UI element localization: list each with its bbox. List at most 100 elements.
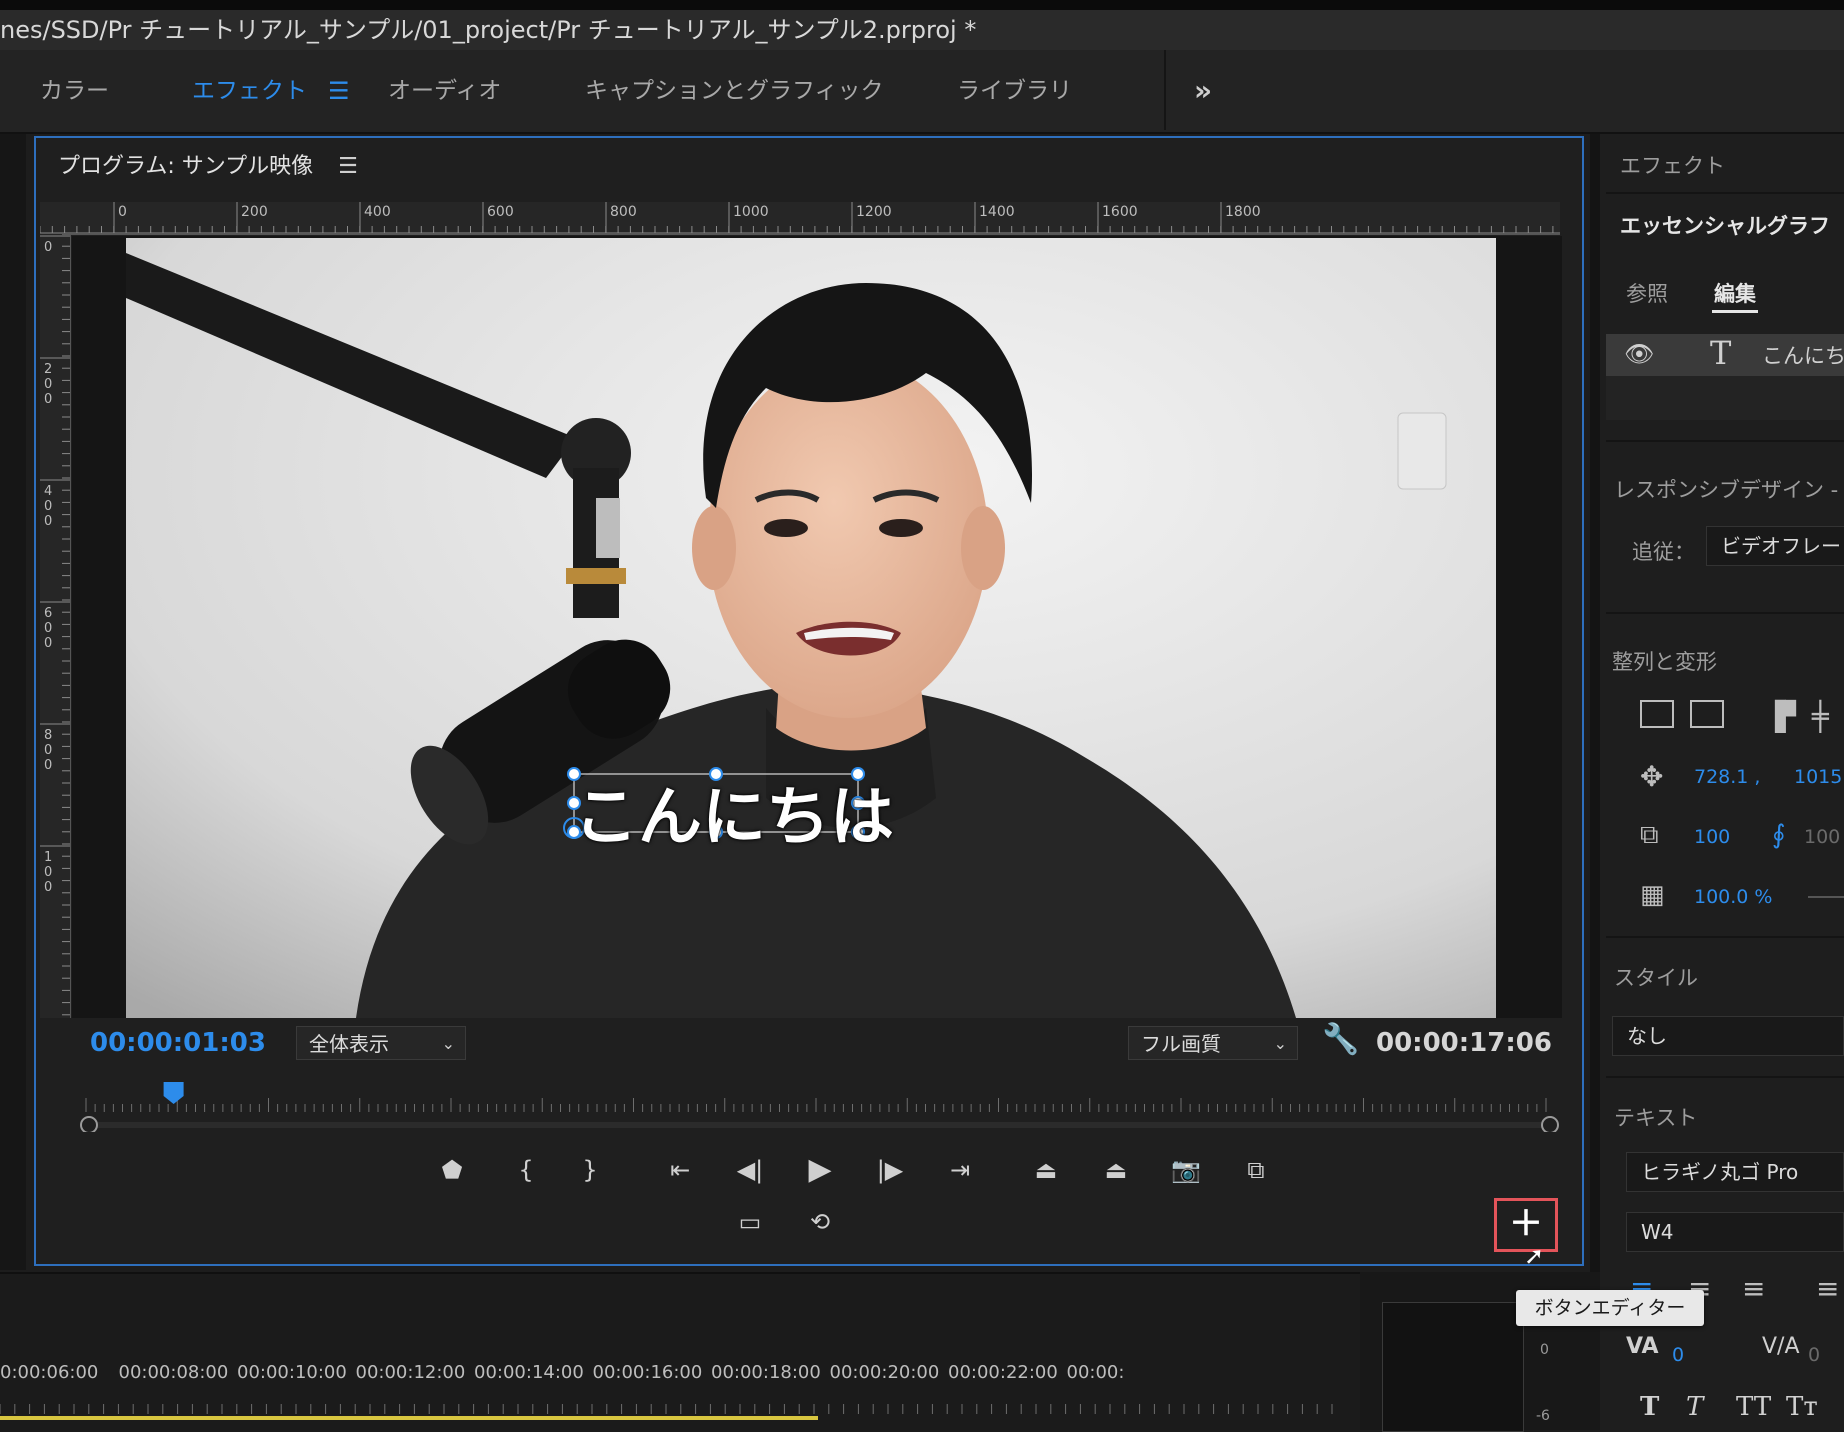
vr-video-icon[interactable]: ⟲ (800, 1202, 840, 1242)
timeline-timecode: 0:00:06:00 (0, 1362, 99, 1383)
text-section-label: テキスト (1614, 1106, 1698, 1130)
caption-text[interactable]: こんにちは (574, 766, 894, 858)
top-strip (0, 0, 1844, 10)
tab-browse[interactable]: 参照 (1626, 278, 1668, 308)
mark-out-icon[interactable]: } (570, 1150, 610, 1190)
justify-icon[interactable]: ≡ (1816, 1272, 1839, 1305)
ruler-label: 400 (364, 204, 391, 220)
scale-icon: ⧉ (1640, 820, 1659, 850)
ruler-label: 800 (610, 204, 637, 220)
play-icon[interactable]: ▶ (800, 1150, 840, 1190)
right-eye (879, 519, 923, 537)
timeline-timecode: 00:00:16:00 (592, 1362, 703, 1383)
divider (1606, 1076, 1844, 1078)
essential-graphics-title[interactable]: エッセンシャルグラフ (1620, 210, 1830, 240)
workspace-menu-icon[interactable]: ☰ (328, 50, 350, 132)
playback-resolution-select[interactable]: フル画質 ⌄ (1128, 1026, 1298, 1060)
mount-pin (596, 498, 620, 558)
layer-name: こんにち (1762, 344, 1844, 368)
ruler-label: 600 (44, 606, 53, 651)
panel-menu-icon[interactable]: ☰ (338, 154, 358, 179)
opacity-value[interactable]: 100.0 % (1694, 886, 1773, 908)
safe-margins-icon[interactable]: ▭ (730, 1202, 770, 1242)
button-editor-tooltip: ボタンエディター (1516, 1290, 1704, 1326)
audio-meter-label-0: 0 (1540, 1342, 1549, 1358)
timeline-timecode: 00:00:18:00 (711, 1362, 821, 1383)
timeline-timecode: 00:00:08:00 (118, 1362, 229, 1383)
workspace-tab-libraries[interactable]: ライブラリ (957, 50, 1072, 132)
workspace-tab-captions-graphics[interactable]: キャプションとグラフィック (585, 50, 884, 132)
double-chevron-right-icon[interactable]: » (1194, 50, 1212, 132)
chevron-down-icon: ⌄ (1273, 1034, 1287, 1053)
opacity-slider[interactable] (1808, 896, 1844, 898)
effects-panel-title[interactable]: エフェクト (1620, 150, 1725, 180)
audio-meter-label-6: -6 (1536, 1408, 1550, 1424)
small-caps-icon[interactable]: Tт (1786, 1392, 1818, 1422)
timeline-ruler[interactable] (0, 1392, 1360, 1430)
ruler-label: 1600 (1102, 204, 1138, 220)
work-area-bar[interactable] (0, 1416, 818, 1420)
active-tab-underline (1712, 310, 1758, 313)
follow-label: 追従： (1632, 540, 1695, 564)
tab-edit[interactable]: 編集 (1714, 278, 1756, 308)
scale-value[interactable]: 100 (1694, 826, 1730, 848)
extract-icon[interactable]: ⏏ (1096, 1150, 1136, 1190)
ruler-label: 1400 (979, 204, 1015, 220)
follow-value: ビデオフレー (1721, 534, 1841, 558)
workspace-tab-color[interactable]: カラー (40, 50, 109, 132)
eye-icon[interactable]: 👁 (1624, 340, 1654, 368)
step-back-icon[interactable]: ◀︎| (730, 1150, 770, 1190)
align-transform-label: 整列と変形 (1612, 650, 1717, 674)
bold-icon[interactable]: T (1640, 1392, 1659, 1422)
program-monitor-title[interactable]: プログラム: サンプル映像 ☰ (58, 148, 358, 180)
transport-controls-row2: ▭ ⟲ (0, 1202, 1560, 1246)
comparison-view-icon[interactable]: ⧉ (1236, 1150, 1276, 1190)
workspace-tab-audio[interactable]: オーディオ (388, 50, 501, 132)
align-top-icon[interactable]: ▐▘ (1764, 700, 1807, 733)
duration-timecode: 00:00:17:06 (1376, 1028, 1552, 1058)
follow-select[interactable]: ビデオフレー (1706, 526, 1844, 566)
layer-list-empty (1606, 376, 1844, 420)
layer-row[interactable]: 👁 T こんにち (1606, 334, 1844, 376)
ruler-label: 200 (44, 362, 53, 407)
current-timecode[interactable]: 00:00:01:03 (90, 1028, 266, 1058)
position-y[interactable]: 1015. (1794, 766, 1844, 788)
export-frame-icon[interactable]: 📷 (1166, 1150, 1206, 1190)
position-x[interactable]: 728.1 , (1694, 766, 1760, 788)
align-middle-icon[interactable]: ╪ (1812, 700, 1829, 733)
step-forward-icon[interactable]: |▶︎ (870, 1150, 910, 1190)
go-to-out-icon[interactable]: ⇥ (940, 1150, 980, 1190)
font-weight-select[interactable]: W4 (1626, 1212, 1844, 1252)
project-path: nes/SSD/Pr チュートリアル_サンプル/01_project/Pr チュ… (0, 16, 977, 44)
ruler-label: 600 (487, 204, 514, 220)
workspace-tab-effects[interactable]: エフェクト (192, 50, 307, 132)
mouse-cursor-icon: ➚ (1524, 1242, 1545, 1270)
style-select[interactable]: なし (1612, 1016, 1844, 1056)
kerning-value[interactable]: 0 (1672, 1344, 1684, 1366)
align-center-vertical-icon[interactable] (1640, 700, 1674, 728)
left-ear (692, 506, 736, 590)
mark-in-icon[interactable]: { (506, 1150, 546, 1190)
marker-icon[interactable]: ⬟ (432, 1150, 472, 1190)
video-frame[interactable]: こんにちは (126, 238, 1496, 1018)
time-ruler-scrubber[interactable] (66, 1082, 1566, 1132)
align-right-icon[interactable]: ≡ (1742, 1272, 1765, 1305)
font-weight-value: W4 (1641, 1220, 1674, 1244)
font-family-select[interactable]: ヒラギノ丸ゴ Pro (1626, 1152, 1844, 1192)
align-center-horizontal-icon[interactable] (1690, 700, 1724, 728)
lift-icon[interactable]: ⏏ (1026, 1150, 1066, 1190)
zoom-level-select[interactable]: 全体表示 ⌄ (296, 1026, 466, 1060)
all-caps-icon[interactable]: TT (1736, 1392, 1771, 1422)
transport-controls: ⬟ { } ⇤ ◀︎| ▶ |▶︎ ⇥ ⏏ ⏏ 📷 ⧉ (0, 1150, 1560, 1194)
tracking-value[interactable]: 0 (1808, 1344, 1820, 1366)
playhead[interactable] (163, 1082, 184, 1104)
timeline-timecode: 00:00:12:00 (355, 1362, 466, 1383)
ruler-label: 0 (44, 240, 53, 255)
wrench-icon[interactable]: 🔧 (1322, 1022, 1359, 1057)
link-icon[interactable]: ∮ (1772, 820, 1786, 850)
left-eye (764, 519, 808, 537)
go-to-in-icon[interactable]: ⇤ (660, 1150, 700, 1190)
italic-icon[interactable]: T (1686, 1392, 1703, 1422)
left-panel-edge (0, 134, 26, 1270)
ruler-label: 200 (241, 204, 268, 220)
